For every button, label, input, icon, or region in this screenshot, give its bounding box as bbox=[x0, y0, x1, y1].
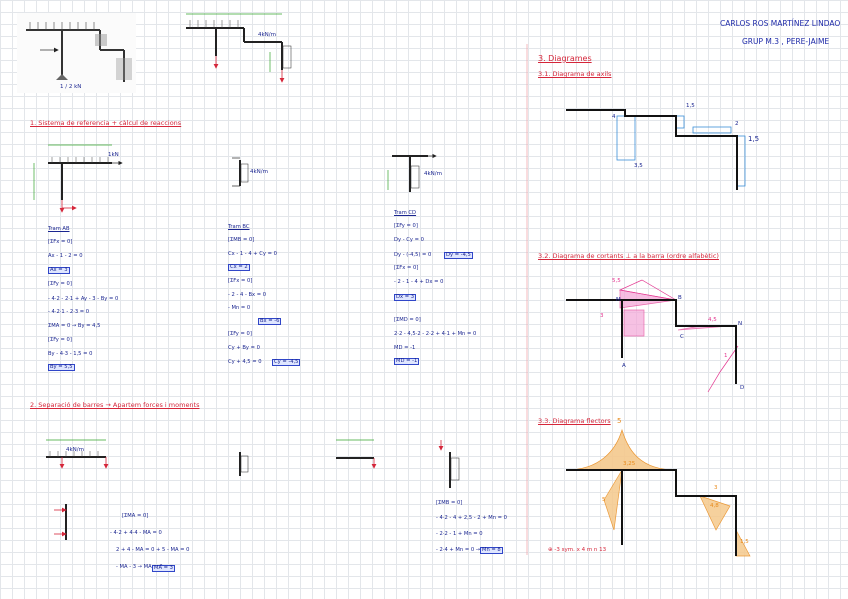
moment-diagram bbox=[565, 428, 751, 557]
point-label-m: M bbox=[616, 297, 621, 303]
section-3-1-heading: 3.1. Diagrama de axils bbox=[538, 70, 612, 78]
moment-value: 4,8 bbox=[710, 503, 719, 509]
col1-eq: ΣMA = 0 → By = 4,5 bbox=[48, 323, 101, 329]
moment-value: 3,25 bbox=[623, 461, 636, 467]
load-label-sec2: 4kN/m bbox=[66, 447, 85, 453]
col1-title: Tram AB bbox=[48, 226, 70, 232]
moment-value: 3 bbox=[714, 485, 718, 491]
col2-eq: - Mn = 0 bbox=[228, 305, 251, 311]
col1-result: By = 5,5 bbox=[48, 364, 75, 372]
col4-result: MA = 3 bbox=[152, 565, 175, 573]
col2-result: Cx = 2 bbox=[228, 264, 250, 272]
section-3-2-heading: 3.2. Diagrama de cortants ⊥ a la barra (… bbox=[538, 252, 719, 260]
col3-eq: Dy - (-4,5) = 0 bbox=[394, 252, 432, 258]
moment-value: 5 bbox=[602, 497, 606, 503]
notebook-page: CARLOS ROS MARTÍNEZ LINDAO GRUP M.3 , PE… bbox=[0, 0, 848, 599]
col1-eq: [ΣFx = 0] bbox=[48, 239, 73, 245]
load-label-sec1: 4kN/m bbox=[250, 169, 269, 175]
sec2-sketch-3 bbox=[336, 439, 377, 469]
col1-result: Ax = 3 bbox=[48, 267, 70, 275]
section-3-3-heading: 3.3. Diagrama flectors bbox=[538, 417, 611, 425]
col2-title: Tram BC bbox=[228, 224, 250, 230]
col2-eq: [ΣMB = 0] bbox=[228, 237, 255, 243]
axial-value: 2 bbox=[735, 121, 739, 127]
col5-eq: - 2·2 - 1 + Mn = 0 bbox=[436, 531, 483, 537]
point-label-n: N bbox=[738, 321, 743, 327]
shear-value: 1 bbox=[724, 353, 728, 359]
axial-diagram bbox=[566, 109, 746, 190]
sec2-sketch-5 bbox=[54, 504, 67, 540]
col2-eq: Cy + 4,5 = 0 bbox=[228, 359, 262, 365]
axial-value: 1,5 bbox=[748, 135, 760, 143]
col3-result: Dy = -4,5 bbox=[444, 252, 473, 260]
col1-eq: - 4·2·1 - 2·3 = 0 bbox=[48, 309, 90, 315]
col2-eq: - 2 - 4 - Bx = 0 bbox=[228, 292, 267, 298]
col1-eq: By - 4·3 - 1,5 = 0 bbox=[48, 351, 93, 357]
sec1-sketch-2 bbox=[232, 157, 249, 187]
load-label-sec1b: 4kN/m bbox=[424, 171, 443, 177]
scale-label: 1 / 2 kN bbox=[60, 84, 82, 90]
shear-value: 3 bbox=[600, 313, 604, 319]
top-sketch bbox=[186, 13, 292, 83]
load-label-top: 4kN/m bbox=[258, 32, 277, 38]
col3-eq: [ΣMD = 0] bbox=[394, 317, 421, 323]
col4-eq: [ΣMA = 0] bbox=[122, 513, 149, 519]
col1-eq: [ΣFy = 0] bbox=[48, 337, 72, 343]
sec2-sketch-1 bbox=[46, 439, 109, 469]
col3-result: Dx = 3 bbox=[394, 294, 417, 302]
sec2-sketch-2 bbox=[239, 452, 249, 476]
col1-eq: [ΣFy = 0] bbox=[48, 281, 72, 287]
point-label-c: C bbox=[680, 334, 684, 340]
shear-value: 5,5 bbox=[612, 278, 621, 284]
group-label: GRUP M.3 , PERE-JAIME bbox=[742, 37, 830, 46]
col3-eq: 2·2 - 4,5·2 - 2·2 + 4·1 + Mn = 0 bbox=[394, 331, 477, 337]
col2-eq: [ΣFy = 0] bbox=[228, 331, 252, 337]
col3-eq: MD = -1 bbox=[394, 345, 416, 351]
shear-diagram bbox=[566, 279, 739, 393]
col2-result: Cy = -4,5 bbox=[272, 359, 301, 367]
col3-eq: Dy - Cy = 0 bbox=[394, 237, 424, 243]
col2-eq: [ΣFx = 0] bbox=[228, 278, 253, 284]
axial-value: 1,5 bbox=[686, 103, 695, 109]
axial-value: 4 bbox=[612, 114, 616, 120]
col3-title: Tram CD bbox=[394, 210, 417, 216]
author-name: CARLOS ROS MARTÍNEZ LINDAO bbox=[720, 19, 841, 28]
moment-legend: ⊕ -3 sym. x 4 m n 13 bbox=[548, 547, 607, 553]
col5-result: Mn = 8 bbox=[480, 547, 503, 555]
col5-eq: - 4·2 - 4 + 2,5 - 2 + Mn = 0 bbox=[436, 515, 507, 521]
point-load-label: 1kN bbox=[108, 152, 119, 158]
drawings bbox=[17, 13, 751, 557]
section-2-heading: 2. Separació de barres → Apartem forces … bbox=[30, 401, 200, 409]
problem-figure-image bbox=[17, 13, 136, 93]
col1-eq: - 4·2 - 2·1 + Ay - 3 - By = 0 bbox=[48, 296, 119, 302]
col3-eq: - 2 - 1 - 4 + Dx = 0 bbox=[394, 279, 444, 285]
sec2-sketch-4 bbox=[438, 440, 460, 488]
col5-eq: [ΣMB = 0] bbox=[436, 500, 463, 506]
col2-eq: Cx - 1 - 4 + Cy = 0 bbox=[228, 251, 277, 257]
col1-eq: Ax - 1 - 2 = 0 bbox=[48, 253, 83, 259]
col3-eq: [ΣFy = 0] bbox=[394, 223, 418, 229]
moment-value: 5 bbox=[617, 417, 622, 425]
col4-eq: - 4·2 + 4·4 - MA = 0 bbox=[110, 530, 162, 536]
section-3-heading: 3. Diagrames bbox=[538, 54, 592, 63]
moment-value: 1,5 bbox=[740, 539, 749, 545]
col3-result: MD = -1 bbox=[394, 358, 420, 366]
axial-value: 3,5 bbox=[634, 163, 643, 169]
col2-eq: Cy + By = 0 bbox=[228, 345, 260, 351]
point-label-a: A bbox=[622, 363, 626, 369]
point-label-d: D bbox=[740, 385, 745, 391]
col2-result: Bx = -6 bbox=[258, 318, 282, 326]
shear-value: 4,5 bbox=[708, 317, 717, 323]
point-label-b: B bbox=[678, 295, 682, 301]
section-1-heading: 1. Sistema de referencia + càlcul de rea… bbox=[30, 119, 182, 127]
col4-eq: 2 + 4 - MA = 0 + 5 - MA = 0 bbox=[116, 547, 190, 553]
col3-eq: [ΣFx = 0] bbox=[394, 265, 419, 271]
